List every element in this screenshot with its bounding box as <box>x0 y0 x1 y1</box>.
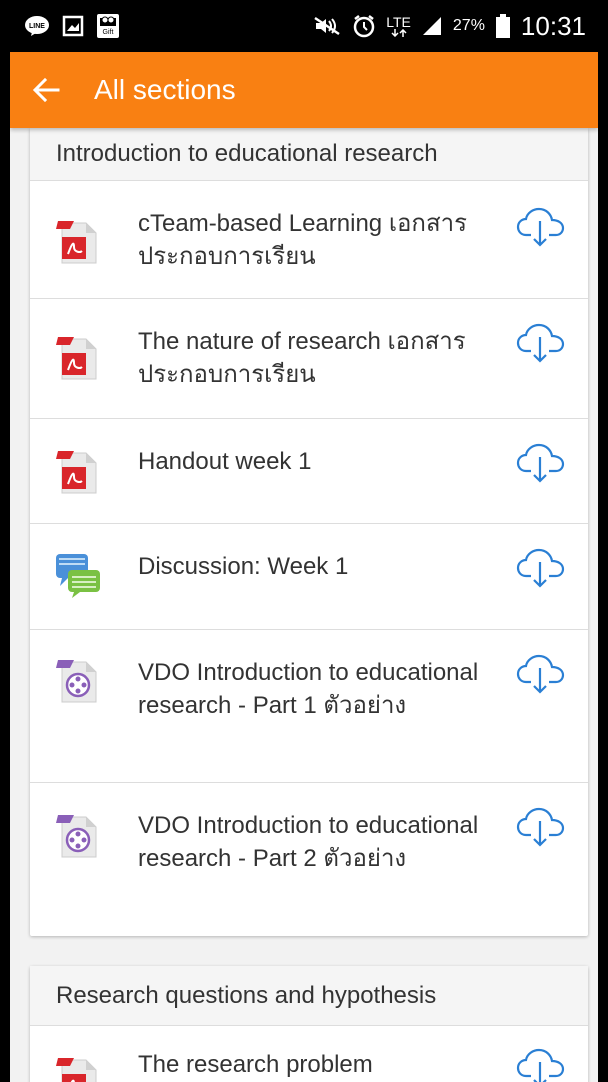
video-icon <box>54 658 102 706</box>
list-item[interactable]: Handout week 1 <box>30 419 588 524</box>
alarm-icon <box>352 14 376 38</box>
lte-icon: LTE <box>386 15 411 37</box>
battery-icon <box>495 13 511 39</box>
cloud-download-icon <box>516 1048 565 1082</box>
download-button[interactable] <box>514 1048 568 1082</box>
forum-icon <box>54 552 102 600</box>
image-icon <box>62 15 84 37</box>
list-item[interactable]: VDO Introduction to educational research… <box>30 783 588 936</box>
cloud-download-icon <box>516 443 565 483</box>
item-name: VDO Introduction to educational research… <box>138 812 479 872</box>
back-button[interactable] <box>26 70 66 110</box>
app-bar: All sections <box>10 52 598 128</box>
clock: 10:31 <box>520 10 586 41</box>
line-app-icon: LINE <box>24 15 50 37</box>
download-button[interactable] <box>514 548 568 588</box>
item-name: The research problem <box>138 1051 373 1078</box>
svg-text:LINE: LINE <box>29 23 45 30</box>
battery-percent: 27% <box>452 17 485 34</box>
section-title: Research questions and hypothesis <box>30 966 588 1026</box>
lte-label: LTE <box>386 14 411 30</box>
page-title: All sections <box>94 74 236 105</box>
download-button[interactable] <box>514 207 568 247</box>
phone-screen: LINE Gift LTE 27% 10:31 All sections Int… <box>0 0 608 1082</box>
sections-list: Introduction to educational research cTe… <box>10 128 598 1082</box>
item-name: Discussion: Week 1 <box>138 553 349 580</box>
status-bar: LINE Gift LTE 27% 10:31 <box>10 0 598 52</box>
list-item[interactable]: The nature of research เอกสารประกอบการเร… <box>30 299 588 419</box>
pdf-icon <box>54 335 102 383</box>
back-arrow-icon <box>32 77 60 103</box>
list-item[interactable]: cTeam-based Learning เอกสารประกอบการเรีย… <box>30 181 588 299</box>
mute-icon <box>312 15 342 37</box>
section-title: Introduction to educational research <box>30 128 588 181</box>
cloud-download-icon <box>516 654 565 694</box>
video-icon <box>54 813 102 861</box>
pdf-icon <box>54 219 102 267</box>
cloud-download-icon <box>516 207 565 247</box>
item-name: VDO Introduction to educational research… <box>138 659 479 719</box>
download-button[interactable] <box>514 323 568 363</box>
pdf-icon <box>54 449 102 497</box>
cloud-download-icon <box>516 807 565 847</box>
signal-icon <box>421 15 443 37</box>
list-item[interactable]: Discussion: Week 1 <box>30 524 588 630</box>
gift-app-icon: Gift <box>96 13 120 39</box>
section-card: Research questions and hypothesis The re… <box>30 966 588 1082</box>
cloud-download-icon <box>516 548 565 588</box>
item-name: The nature of research เอกสารประกอบการเร… <box>138 328 466 388</box>
gift-label: Gift <box>103 29 114 36</box>
list-item[interactable]: The research problem <box>30 1026 588 1082</box>
section-card: Introduction to educational research cTe… <box>30 128 588 936</box>
item-name: Handout week 1 <box>138 448 312 475</box>
download-button[interactable] <box>514 807 568 847</box>
download-button[interactable] <box>514 443 568 483</box>
pdf-icon <box>54 1056 102 1082</box>
item-name: cTeam-based Learning เอกสารประกอบการเรีย… <box>138 210 467 270</box>
list-item[interactable]: VDO Introduction to educational research… <box>30 630 588 783</box>
download-button[interactable] <box>514 654 568 694</box>
cloud-download-icon <box>516 323 565 363</box>
